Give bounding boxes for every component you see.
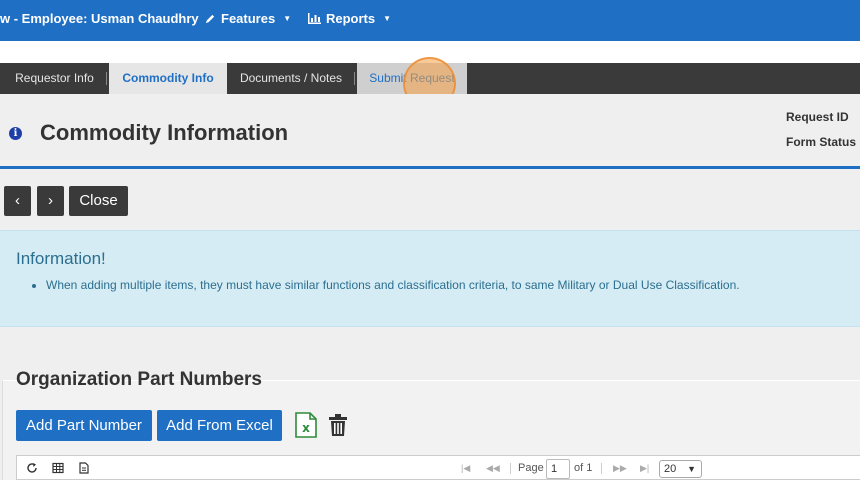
page-number-input[interactable]: 1	[546, 459, 570, 479]
form-status-label: Form Status	[786, 135, 857, 149]
page-count-label: of 1	[574, 462, 593, 474]
add-from-excel-button[interactable]: Add From Excel	[157, 410, 282, 441]
info-alert: Information! When adding multiple items,…	[0, 230, 860, 327]
alert-list: When adding multiple items, they must ha…	[46, 278, 740, 292]
header-divider	[0, 166, 860, 169]
tab-submit-request[interactable]: Submit Request	[357, 63, 467, 94]
tab-commodity-info[interactable]: Commodity Info	[109, 63, 227, 94]
features-menu[interactable]: Features ▼	[205, 11, 291, 26]
page-size-value: 20	[664, 463, 677, 475]
app-title: w - Employee: Usman Chaudhry	[0, 11, 199, 26]
chevron-down-icon: ▼	[687, 464, 696, 474]
pager-divider	[601, 463, 602, 474]
part-numbers-title: Organization Part Numbers	[16, 369, 262, 390]
alert-item: When adding multiple items, they must ha…	[46, 278, 740, 292]
reports-menu-label: Reports	[326, 11, 376, 26]
request-id-label: Request ID	[786, 110, 849, 124]
excel-export-icon[interactable]: x	[294, 412, 318, 438]
alert-heading: Information!	[16, 249, 106, 268]
first-page-icon[interactable]: |◀	[461, 456, 470, 480]
reports-menu[interactable]: Reports ▼	[308, 11, 391, 26]
top-navbar: w - Employee: Usman Chaudhry Features ▼ …	[0, 0, 860, 41]
features-menu-label: Features	[221, 11, 276, 26]
document-icon[interactable]	[78, 462, 90, 474]
next-button[interactable]: ›	[37, 186, 64, 216]
part-numbers-grid-toolbar: |◀ ◀◀ Page 1 of 1 ▶▶ ▶| 20 ▼	[16, 455, 860, 480]
form-tabs: Requestor Info Commodity Info Documents …	[0, 63, 860, 94]
trash-icon[interactable]	[329, 414, 347, 436]
chevron-down-icon: ▼	[283, 14, 292, 23]
chevron-down-icon: ▼	[383, 14, 392, 23]
pencil-icon	[205, 14, 215, 24]
tab-documents-notes[interactable]: Documents / Notes	[227, 63, 355, 94]
svg-text:x: x	[302, 421, 310, 435]
page-label: Page	[518, 462, 544, 474]
previous-button[interactable]: ‹	[4, 186, 31, 216]
table-icon[interactable]	[52, 462, 64, 474]
close-button[interactable]: Close	[69, 186, 128, 216]
bar-chart-icon	[308, 13, 321, 24]
add-part-number-button[interactable]: Add Part Number	[16, 410, 152, 441]
refresh-icon[interactable]	[26, 462, 38, 474]
next-page-icon[interactable]: ▶▶	[613, 456, 627, 480]
subheader-spacer	[0, 41, 860, 63]
info-icon[interactable]: i	[9, 127, 22, 140]
page-title: Commodity Information	[40, 120, 289, 145]
page-header: i Commodity Information Request ID Form …	[0, 94, 860, 166]
previous-page-icon[interactable]: ◀◀	[486, 456, 500, 480]
tab-divider	[106, 72, 107, 85]
page-size-select[interactable]: 20 ▼	[659, 460, 702, 478]
last-page-icon[interactable]: ▶|	[640, 456, 649, 480]
pager-divider	[510, 463, 511, 474]
tab-requestor-info[interactable]: Requestor Info	[0, 63, 109, 94]
tab-divider	[354, 72, 355, 85]
